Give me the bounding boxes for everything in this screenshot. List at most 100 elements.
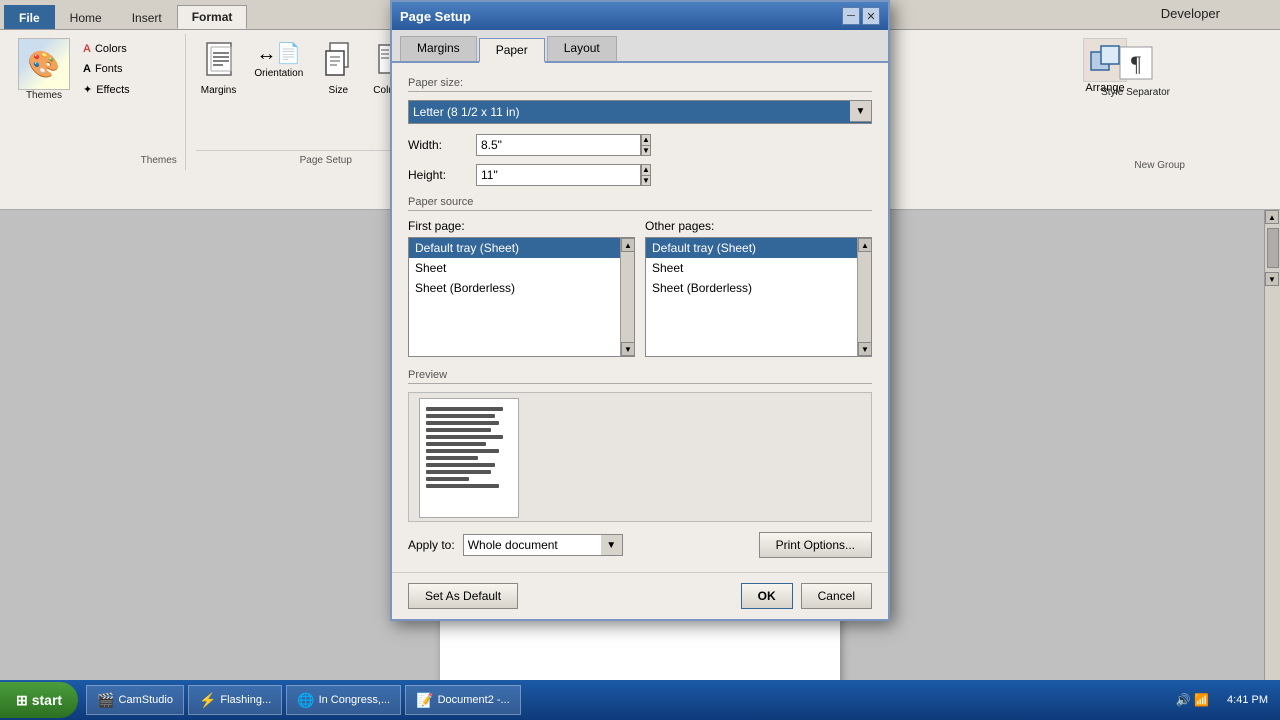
preview-line-1 — [426, 407, 503, 411]
first-page-item-1[interactable]: Sheet — [409, 258, 634, 278]
height-spin-arrows: ▲ ▼ — [641, 164, 651, 186]
height-spin-down[interactable]: ▼ — [641, 175, 651, 186]
op-scroll-down[interactable]: ▼ — [858, 342, 872, 356]
apply-to-label: Apply to: — [408, 538, 455, 552]
preview-page — [419, 398, 519, 518]
tab-insert[interactable]: Insert — [117, 5, 177, 29]
themes-group-label: Themes — [141, 151, 177, 166]
preview-line-8 — [426, 456, 478, 460]
margins-icon — [203, 41, 235, 83]
size-button[interactable]: Size — [316, 38, 360, 99]
taskbar-camstudio[interactable]: 🎬 CamStudio — [86, 685, 184, 715]
margins-button[interactable]: Margins — [196, 38, 242, 99]
scroll-thumb[interactable] — [1267, 228, 1279, 268]
paper-size-row: Letter (8 1/2 x 11 in) A4 (210 x 297 mm)… — [408, 100, 872, 124]
op-scroll-up[interactable]: ▲ — [858, 238, 872, 252]
fp-scroll-up[interactable]: ▲ — [621, 238, 635, 252]
tab-paper[interactable]: Paper — [479, 38, 545, 63]
print-options-wrapper: Print Options... — [759, 532, 872, 558]
height-input[interactable] — [476, 164, 641, 186]
orientation-icon: ↔📄 — [256, 41, 301, 66]
other-page-item-2[interactable]: Sheet (Borderless) — [646, 278, 871, 298]
height-spinner: ▲ ▼ — [476, 164, 636, 186]
tab-home[interactable]: Home — [55, 5, 117, 29]
dialog-title: Page Setup — [400, 9, 471, 24]
tab-file[interactable]: File — [4, 5, 55, 29]
other-pages-listbox[interactable]: Default tray (Sheet) Sheet Sheet (Border… — [645, 237, 872, 357]
other-pages-label: Other pages: — [645, 219, 872, 233]
right-scrollbar[interactable]: ▲ ▼ — [1264, 210, 1280, 680]
tab-layout[interactable]: Layout — [547, 36, 617, 61]
fonts-icon: A — [83, 63, 91, 75]
fonts-button[interactable]: A Fonts — [78, 60, 135, 78]
preview-line-7 — [426, 449, 499, 453]
first-page-col: First page: Default tray (Sheet) Sheet S… — [408, 219, 635, 357]
preview-line-2 — [426, 414, 495, 418]
paper-size-section-label: Paper size: — [408, 77, 872, 92]
taskbar: ⊞ start 🎬 CamStudio ⚡ Flashing... 🌐 In C… — [0, 680, 1280, 720]
width-spin-down[interactable]: ▼ — [641, 145, 651, 156]
paper-size-select-wrapper: Letter (8 1/2 x 11 in) A4 (210 x 297 mm)… — [408, 100, 872, 124]
orientation-button[interactable]: ↔📄 Orientation — [249, 38, 308, 99]
apply-to-select-wrapper: Whole document This section This point f… — [463, 534, 623, 556]
camstudio-icon: 🎬 — [97, 692, 114, 709]
themes-group: 🎨 Themes A Colors A Fonts ✦ Effects Them… — [8, 34, 186, 170]
margins-label: Margins — [201, 85, 237, 96]
effects-button[interactable]: ✦ Effects — [78, 80, 135, 99]
apply-to-select[interactable]: Whole document This section This point f… — [463, 534, 623, 556]
taskbar-congress[interactable]: 🌐 In Congress,... — [286, 685, 401, 715]
other-pages-col: Other pages: Default tray (Sheet) Sheet … — [645, 219, 872, 357]
other-page-item-0[interactable]: Default tray (Sheet) — [646, 238, 871, 258]
paper-size-select[interactable]: Letter (8 1/2 x 11 in) A4 (210 x 297 mm)… — [408, 100, 872, 124]
orientation-label: Orientation — [254, 68, 303, 79]
print-options-button[interactable]: Print Options... — [759, 532, 872, 558]
start-button[interactable]: ⊞ start — [0, 682, 78, 718]
tab-margins[interactable]: Margins — [400, 36, 477, 61]
flashing-icon: ⚡ — [199, 692, 216, 709]
preview-section: Preview — [408, 369, 872, 522]
set-as-default-wrapper: Set As Default — [408, 583, 518, 609]
height-label: Height: — [408, 168, 468, 182]
preview-line-11 — [426, 477, 469, 481]
dialog-close-button[interactable]: ✕ — [862, 7, 880, 25]
taskbar-flashing[interactable]: ⚡ Flashing... — [188, 685, 282, 715]
taskbar-document2[interactable]: 📝 Document2 -... — [405, 685, 521, 715]
colors-button[interactable]: A Colors — [78, 40, 135, 58]
cancel-button[interactable]: Cancel — [801, 583, 872, 609]
dialog-body: Paper size: Letter (8 1/2 x 11 in) A4 (2… — [392, 63, 888, 572]
dialog-titlebar: Page Setup ─ ✕ — [392, 2, 888, 30]
document2-icon: 📝 — [416, 692, 433, 709]
effects-label: Effects — [96, 84, 129, 96]
dialog-minimize-button[interactable]: ─ — [842, 7, 860, 25]
apply-to-row: Apply to: Whole document This section Th… — [408, 532, 872, 558]
ok-button[interactable]: OK — [741, 583, 793, 609]
height-spin-up[interactable]: ▲ — [641, 164, 651, 175]
first-page-item-0[interactable]: Default tray (Sheet) — [409, 238, 634, 258]
dialog-footer: Set As Default OK Cancel — [392, 572, 888, 619]
fp-scroll-down[interactable]: ▼ — [621, 342, 635, 356]
preview-line-6 — [426, 442, 486, 446]
first-page-listbox[interactable]: Default tray (Sheet) Sheet Sheet (Border… — [408, 237, 635, 357]
themes-small-buttons: A Colors A Fonts ✦ Effects — [78, 40, 135, 99]
effects-icon: ✦ — [83, 83, 92, 96]
paper-source-grid: First page: Default tray (Sheet) Sheet S… — [408, 219, 872, 357]
preview-line-12 — [426, 484, 499, 488]
style-separator-button[interactable]: ¶ — [1112, 39, 1160, 87]
first-page-item-2[interactable]: Sheet (Borderless) — [409, 278, 634, 298]
other-pages-scrollbar[interactable]: ▲ ▼ — [857, 238, 871, 356]
scroll-up-button[interactable]: ▲ — [1265, 210, 1279, 224]
themes-button[interactable]: 🎨 Themes — [16, 38, 72, 101]
preview-line-5 — [426, 435, 503, 439]
set-as-default-button[interactable]: Set As Default — [408, 583, 518, 609]
first-page-scrollbar[interactable]: ▲ ▼ — [620, 238, 634, 356]
scroll-down-button[interactable]: ▼ — [1265, 272, 1279, 286]
width-spin-up[interactable]: ▲ — [641, 134, 651, 145]
width-input[interactable] — [476, 134, 641, 156]
preview-line-9 — [426, 463, 495, 467]
tab-format[interactable]: Format — [177, 5, 248, 29]
colors-icon: A — [83, 43, 91, 55]
other-page-item-1[interactable]: Sheet — [646, 258, 871, 278]
preview-line-3 — [426, 421, 499, 425]
developer-tab[interactable]: Developer — [1161, 6, 1220, 21]
tray-icons: 🔊 📶 — [1176, 693, 1209, 707]
